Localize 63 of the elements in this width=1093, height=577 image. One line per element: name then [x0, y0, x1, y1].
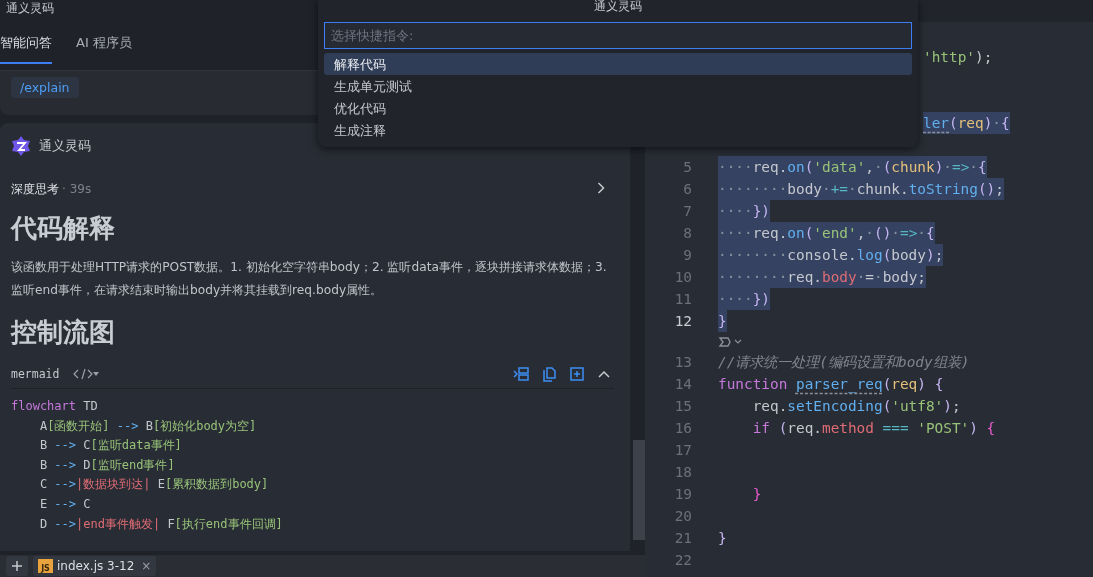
panel-title: 通义灵码 — [5, 0, 55, 17]
section-heading: 代码解释 — [11, 212, 116, 244]
code-language: mermaid — [11, 367, 60, 381]
js-file-icon: JS — [38, 559, 53, 573]
code-lens-icon[interactable] — [718, 335, 744, 348]
line-number: 13 — [673, 354, 693, 370]
line-number: 17 — [673, 442, 693, 458]
line-number: 21 — [673, 530, 693, 546]
code-line: //请求统一处理(编码设置和body组装) — [718, 353, 970, 372]
file-tab[interactable]: JS index.js 3-12 × — [33, 556, 157, 576]
code-line: E --> C — [38, 496, 91, 511]
line-number: 12 — [673, 313, 693, 329]
code-line: D -->|end事件触发| F[执行end事件回调] — [38, 516, 283, 531]
line-number: 9 — [682, 247, 693, 263]
line-number: 18 — [673, 464, 693, 480]
logo-icon — [11, 136, 31, 156]
command-tag: /explain — [11, 77, 79, 98]
tab[interactable]: AI 程序员 — [76, 34, 132, 64]
code-line: function parser_req(req) { — [718, 375, 944, 395]
command-item[interactable]: 解释代码 — [324, 53, 912, 75]
code-line: B --> C[监听data事件] — [38, 438, 182, 453]
add-button[interactable] — [6, 556, 28, 576]
chevron-right-icon[interactable] — [597, 182, 605, 194]
line-number: 6 — [682, 181, 693, 197]
code-line: req.setEncoding('utf8'); — [751, 397, 961, 416]
palette-title: 通义灵码 — [594, 0, 642, 15]
command-input[interactable]: 选择快捷指令: — [324, 22, 912, 49]
line-number: 7 — [682, 203, 693, 219]
line-number: 10 — [673, 269, 693, 285]
line-number: 8 — [682, 225, 693, 241]
add-icon[interactable] — [570, 367, 584, 381]
copy-icon[interactable] — [543, 366, 556, 382]
code-line: C -->|数据块到达| E[累积数据到body] — [38, 477, 269, 492]
plus-icon — [11, 560, 23, 572]
code-line: B --> D[监听end事件] — [38, 457, 175, 472]
scrollbar-thumb[interactable] — [633, 440, 645, 540]
line-number: 16 — [673, 420, 693, 436]
collapse-icon[interactable] — [598, 370, 610, 378]
explanation-text: 该函数用于处理HTTP请求的POST数据。1. 初始化空字符串body；2. 监听data事件，逐块拼接请求体数据；3. 监听end事件，在请求结束时输出body并将其挂载到req.body属性。 — [11, 259, 608, 299]
line-number: 19 — [673, 486, 693, 502]
line-number: 20 — [673, 508, 693, 524]
code-icon[interactable] — [73, 368, 100, 380]
command-item[interactable]: 生成注释 — [324, 119, 912, 141]
command-item[interactable]: 优化代码 — [324, 97, 912, 119]
code-line: } — [718, 529, 727, 548]
line-number: 22 — [673, 552, 693, 568]
thinking-duration: · 39s — [62, 182, 92, 196]
assistant-name: 通义灵码 — [39, 137, 91, 155]
code-line: 'http'); — [923, 48, 993, 67]
close-icon[interactable]: × — [141, 559, 152, 573]
line-number: 5 — [682, 159, 693, 175]
code-line: } — [751, 485, 762, 504]
code-line: flowchart TD — [11, 399, 98, 413]
command-item[interactable]: 生成单元测试 — [324, 75, 912, 97]
insert-icon[interactable] — [513, 367, 529, 381]
section-heading: 控制流图 — [11, 316, 116, 348]
line-number: 14 — [673, 376, 693, 392]
line-number: 15 — [673, 398, 693, 414]
code-line: if (req.method === 'POST') { — [751, 419, 996, 438]
code-line: A[函数开始] --> B[初始化body为空] — [38, 418, 257, 433]
line-number: 11 — [673, 291, 693, 307]
thinking-label: 深度思考 — [11, 182, 59, 196]
tab[interactable]: 智能问答 — [0, 34, 52, 64]
